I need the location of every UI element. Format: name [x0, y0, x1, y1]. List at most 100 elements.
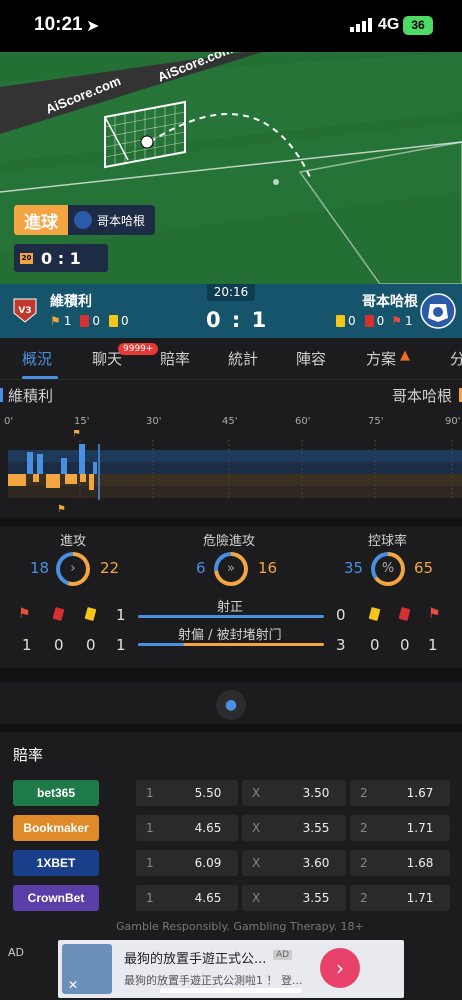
odds-home-cell[interactable]: 1 4.65	[136, 815, 238, 841]
odds-away-cell[interactable]: 2 1.71	[350, 815, 450, 841]
bookmaker-logo[interactable]: bet365	[13, 780, 99, 806]
off-target-label: 射偏 / 被封堵射门	[178, 628, 282, 643]
red-card-icon	[364, 315, 374, 327]
divider	[0, 668, 462, 682]
tab-lineup[interactable]: 陣容	[296, 348, 326, 369]
timeline-chart: ⚑ ⚑	[8, 430, 462, 515]
odds-outcome-label: 2	[360, 786, 368, 800]
match-score: 0 : 1	[206, 308, 269, 332]
away-team-name: 哥本哈根	[362, 294, 418, 310]
odds-draw-cell[interactable]: X 3.50	[242, 780, 346, 806]
percent-icon: %	[375, 556, 401, 582]
ad-cta-button[interactable]: ›	[320, 948, 360, 988]
odds-home-cell[interactable]: 1 6.09	[136, 850, 238, 876]
away-corners: 1	[405, 314, 413, 328]
minute-flag-icon: 20	[20, 252, 33, 264]
on-target-home: 1	[116, 606, 126, 624]
odds-draw-cell[interactable]: X 3.60	[242, 850, 346, 876]
odds-value: 1.67	[406, 786, 434, 800]
home-corner-count: 1	[22, 636, 32, 654]
odds-home-cell[interactable]: 1 4.65	[136, 885, 238, 911]
bookmaker-logo[interactable]: CrownBet	[13, 885, 99, 911]
odds-outcome-label: 1	[146, 821, 154, 835]
tick-label: 30'	[146, 416, 162, 427]
away-red: 0	[376, 314, 385, 328]
ad-subtitle: 最狗的放置手遊正式公測啦1 ！ 登...	[124, 974, 303, 987]
odds-away-cell[interactable]: 2 1.68	[350, 850, 450, 876]
away-counts: 0 0 ⚑ 1	[336, 314, 413, 328]
home-color-marker	[0, 388, 3, 402]
on-target-away: 0	[336, 606, 346, 624]
tab-plans[interactable]: 方案	[366, 348, 396, 369]
tab-stats[interactable]: 統計	[228, 348, 258, 369]
odds-value: 1.71	[406, 821, 434, 835]
odds-draw-cell[interactable]: X 3.55	[242, 815, 346, 841]
corner-flag-icon: ⚑	[428, 606, 441, 622]
odds-value: 3.55	[302, 891, 330, 905]
odds-value: 4.65	[194, 821, 222, 835]
timeline-corner-flag: ⚑	[72, 430, 81, 439]
mute-icon[interactable]: ✕	[68, 978, 78, 992]
bookmaker-logo[interactable]: Bookmaker	[13, 815, 99, 841]
odds-away-cell[interactable]: 2 1.67	[350, 780, 450, 806]
signal-icon	[350, 18, 372, 32]
yellow-card-icon	[109, 315, 119, 327]
bookmaker-logo[interactable]: 1XBET	[13, 850, 99, 876]
tick-label: 15'	[74, 416, 90, 427]
corner-flag-icon: ⚑	[18, 606, 31, 622]
attack-home: 18	[30, 559, 50, 577]
fire-icon: ▲	[400, 348, 410, 363]
odds-home-cell[interactable]: 1 5.50	[136, 780, 238, 806]
odds-value: 5.50	[194, 786, 222, 800]
goal-event-tag: 進球 哥本哈根	[14, 205, 156, 235]
away-crest-icon	[420, 293, 456, 329]
danger-ring: »	[214, 552, 248, 586]
off-target-home: 1	[116, 636, 126, 654]
home-crest-icon: V3	[13, 298, 37, 323]
odds-away-cell[interactable]: 2 1.71	[350, 885, 450, 911]
events-section: ●	[0, 682, 462, 724]
home-counts: ⚑ 1 0 0	[50, 314, 129, 328]
odds-value: 1.71	[406, 891, 434, 905]
odds-outcome-label: X	[252, 786, 261, 800]
odds-value: 6.09	[194, 856, 222, 870]
corner-flag-icon: ⚑	[391, 314, 403, 328]
ad-banner[interactable]: AD ✕ 最狗的放置手遊正式公... AD 最狗的放置手遊正式公測啦1 ！ 登.…	[0, 940, 462, 1000]
odds-outcome-label: 1	[146, 786, 154, 800]
odds-draw-cell[interactable]: X 3.55	[242, 885, 346, 911]
away-corner-count: 1	[428, 636, 438, 654]
svg-text:V3: V3	[18, 306, 31, 316]
home-indicator	[160, 988, 302, 993]
red-card-icon	[398, 607, 411, 621]
away-team-label: 哥本哈根	[392, 387, 453, 405]
battery-icon: 36	[403, 16, 433, 35]
tab-more[interactable]: 分	[450, 348, 462, 369]
danger-home: 6	[196, 559, 206, 577]
live-score-box: 20 0 : 1	[14, 244, 108, 272]
divider	[0, 518, 462, 526]
tick-label: 90'	[445, 416, 461, 427]
live-pitch[interactable]: AiScore.com AiScore.com 進球 哥本哈根 20 0 : 1	[0, 52, 462, 284]
off-target-bar-home	[138, 643, 184, 646]
stats-panel: 進攻 18 › 22 危險進攻 6 » 16 控球率 35 % 65 ⚑ 1 射…	[0, 526, 462, 668]
away-red-count: 0	[400, 636, 410, 654]
danger-label: 危險進攻	[203, 534, 256, 549]
goal-label: 進球	[24, 212, 58, 233]
chat-badge: 9999+	[118, 343, 159, 355]
tab-odds[interactable]: 賠率	[160, 348, 190, 369]
odds-value: 3.50	[302, 786, 330, 800]
on-target-label: 射正	[217, 600, 244, 615]
odds-outcome-label: X	[252, 891, 261, 905]
home-red-count: 0	[54, 636, 64, 654]
attack-label: 進攻	[60, 534, 87, 549]
odds-value: 3.55	[302, 821, 330, 835]
home-corners: 1	[63, 314, 72, 328]
active-tab-indicator	[22, 376, 58, 379]
home-yellow-count: 0	[86, 636, 96, 654]
odds-outcome-label: 1	[146, 891, 154, 905]
red-card-icon	[52, 607, 65, 621]
tab-overview[interactable]: 概況	[22, 348, 52, 369]
network-label: 4G	[378, 16, 400, 33]
disclaimer: Gamble Responsibly. Gambling Therapy. 18…	[116, 920, 364, 933]
tick-label: 45'	[222, 416, 238, 427]
